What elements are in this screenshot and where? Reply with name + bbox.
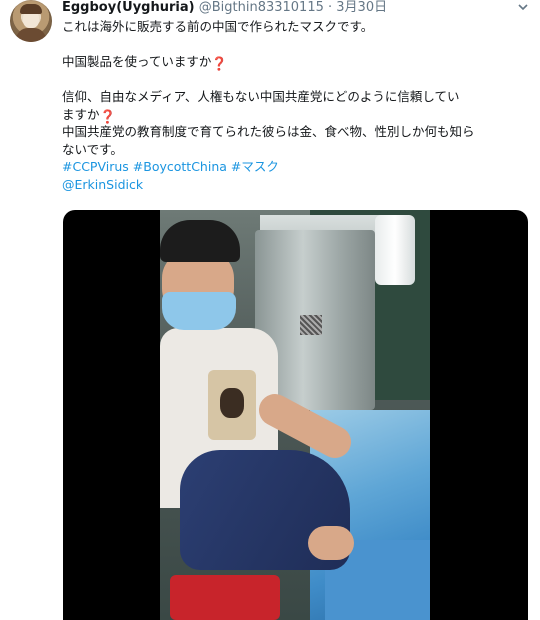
separator-dot: · — [328, 0, 333, 15]
text-line: ないです。 — [62, 141, 123, 157]
tweet-text: これは海外に販売する前の中国で作られたマスクです。 中国製品を使っていますか❓ … — [62, 18, 528, 193]
chevron-down-icon[interactable] — [517, 1, 529, 13]
display-name[interactable]: Eggboy(Uyghuria) — [62, 0, 195, 15]
machine-grille — [300, 315, 322, 335]
hashtag-link[interactable]: #BoycottChina — [133, 159, 227, 174]
question-mark-emoji: ❓ — [211, 57, 228, 72]
video-player[interactable] — [63, 210, 528, 620]
fabric-roll — [375, 215, 415, 285]
hashtag-line: #CCPVirus #BoycottChina #マスク — [62, 158, 528, 176]
avatar-hat — [20, 4, 42, 14]
text-segment: ますか — [62, 106, 100, 122]
avatar-coat — [16, 28, 46, 42]
text-segment: 中国製品を使っていますか — [62, 54, 212, 69]
tweet: Eggboy(Uyghuria) @Bigthin83310115 · 3月30… — [0, 0, 540, 620]
tweet-header: Eggboy(Uyghuria) @Bigthin83310115 · 3月30… — [62, 0, 387, 16]
text-line: ますか❓ — [62, 106, 528, 125]
face-mask — [162, 292, 236, 330]
mention-line: @ErkinSidick — [62, 176, 528, 194]
person-cap — [160, 220, 240, 262]
text-line: 中国製品を使っていますか❓ — [62, 53, 528, 72]
video-frame[interactable] — [160, 210, 430, 620]
shirt-print — [208, 370, 256, 440]
mention-link[interactable]: @ErkinSidick — [62, 177, 143, 192]
tweet-date[interactable]: 3月30日 — [336, 0, 387, 15]
avatar[interactable] — [10, 0, 52, 42]
text-line: 信仰、自由なメディア、人権もない中国共産党にどのように信頼してい — [62, 89, 460, 104]
text-line: 中国共産党の教育制度で育てられた彼らは金、食べ物、性別しか何も知ら — [62, 124, 475, 139]
person-hand — [308, 526, 354, 560]
user-handle[interactable]: @Bigthin83310115 — [199, 0, 324, 15]
question-mark-emoji: ❓ — [99, 109, 116, 125]
hashtag-link[interactable]: #CCPVirus — [62, 159, 129, 174]
red-chair — [170, 575, 280, 620]
text-line: これは海外に販売する前の中国で作られたマスクです。 — [62, 19, 374, 34]
hashtag-link[interactable]: #マスク — [231, 159, 279, 174]
